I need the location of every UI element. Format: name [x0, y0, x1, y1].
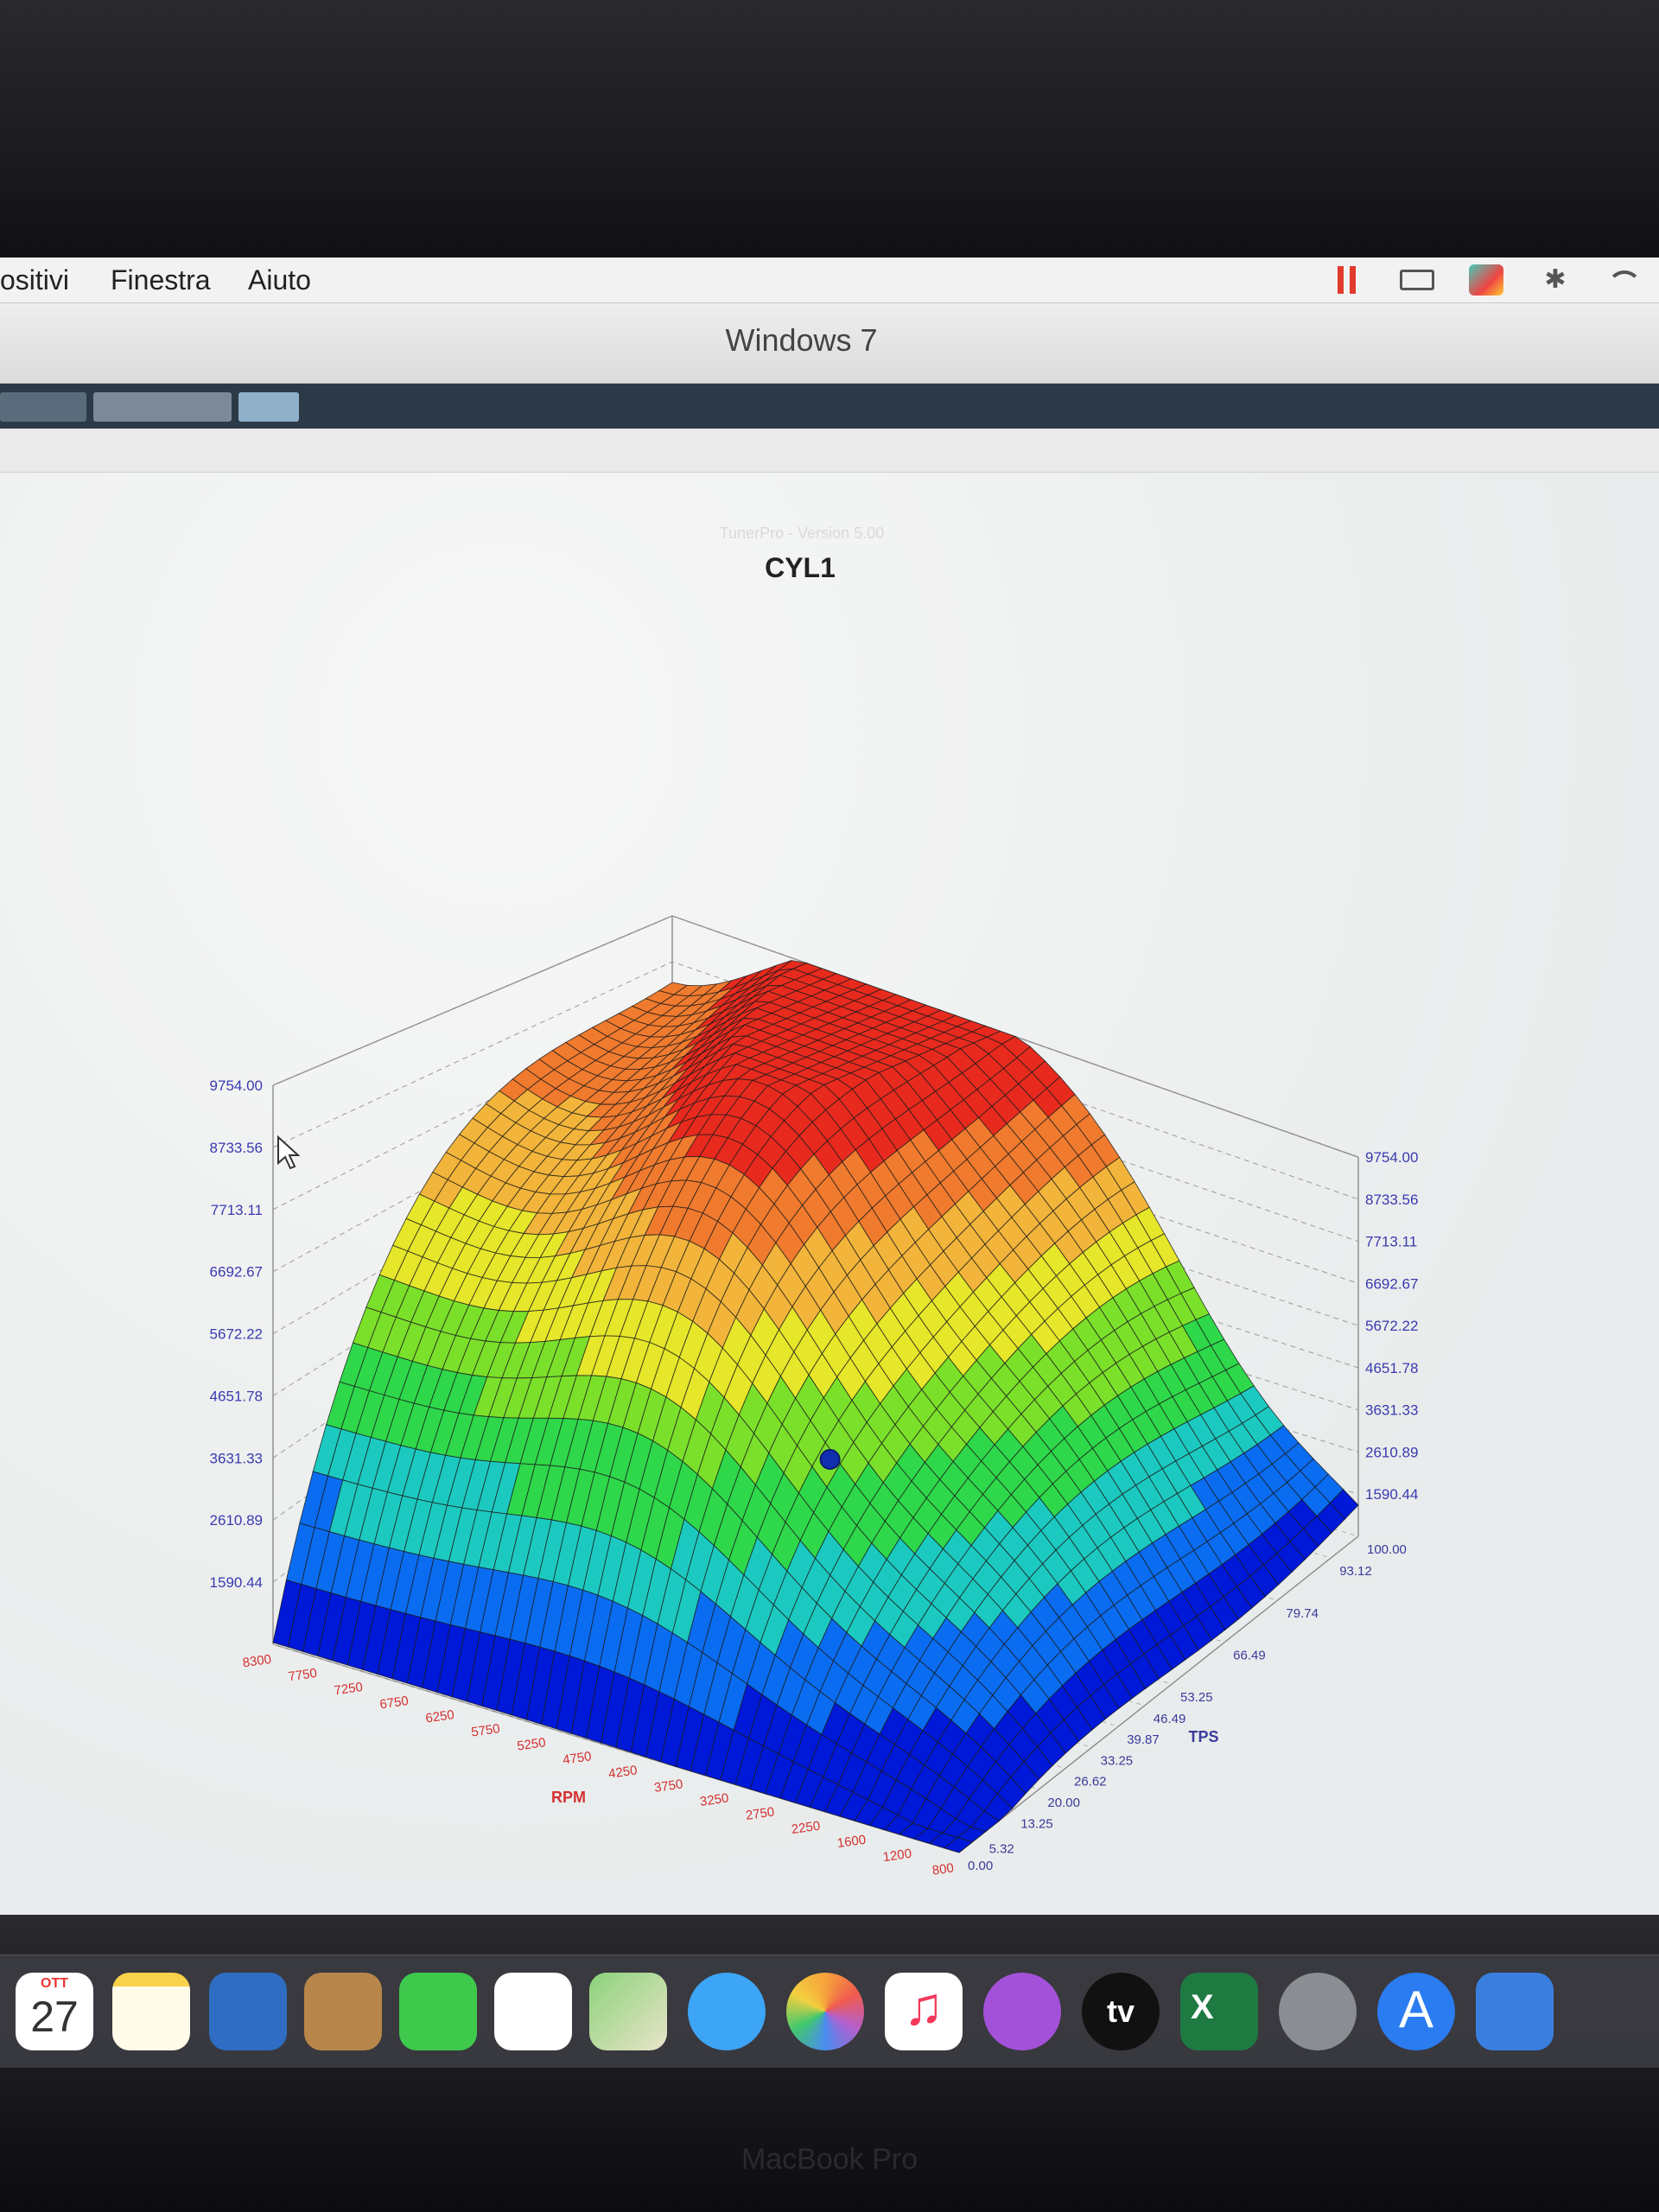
y-tick-label: 46.49 — [1154, 1712, 1186, 1726]
music-icon[interactable]: ♫ — [885, 1973, 963, 2050]
z-tick-label-left: 3631.33 — [210, 1450, 263, 1466]
taskbar-button[interactable] — [238, 392, 299, 422]
x-tick-label: 5250 — [516, 1735, 546, 1753]
bluetooth-icon[interactable]: ✱ — [1538, 264, 1573, 296]
x-tick-label: 800 — [931, 1860, 955, 1878]
apple-tv-icon[interactable]: tv — [1082, 1973, 1160, 2050]
wifi-icon[interactable] — [1607, 270, 1642, 289]
y-tick-label: 66.49 — [1233, 1649, 1266, 1663]
y-tick-label: 20.00 — [1047, 1796, 1080, 1810]
z-tick-label-left: 4651.78 — [210, 1388, 263, 1404]
z-tick-label-right: 2610.89 — [1365, 1444, 1418, 1460]
x-tick-label: 8300 — [242, 1652, 272, 1670]
z-tick-label-left: 9754.00 — [210, 1077, 263, 1094]
selected-cell-marker[interactable] — [819, 1449, 841, 1471]
y-tick-label: 100.00 — [1367, 1542, 1407, 1557]
taskbar-button[interactable] — [0, 392, 86, 422]
photos-icon[interactable] — [786, 1973, 864, 2050]
taskbar-button[interactable] — [93, 392, 232, 422]
z-tick-label-left: 7713.11 — [211, 1202, 263, 1218]
y-tick-label: 0.00 — [968, 1859, 993, 1873]
y-tick-label: 5.32 — [989, 1842, 1014, 1857]
x-tick-label: 4250 — [607, 1763, 638, 1781]
x-tick-label: 3750 — [653, 1777, 683, 1795]
z-tick-label-left: 6692.67 — [210, 1264, 263, 1281]
x-tick-label: 7250 — [334, 1680, 364, 1698]
macbook-brand-label: MacBook Pro — [741, 2143, 918, 2176]
y-tick-label: 26.62 — [1074, 1775, 1107, 1789]
z-tick-label-left: 8733.56 — [210, 1140, 263, 1156]
z-tick-label-right: 9754.00 — [1365, 1149, 1418, 1166]
podcasts-icon[interactable] — [983, 1973, 1061, 2050]
screen-bezel — [0, 0, 1659, 259]
menu-item-dispositivi[interactable]: ositivi — [0, 264, 69, 296]
facetime-icon[interactable] — [399, 1973, 477, 2050]
messages-icon[interactable] — [688, 1973, 766, 2050]
x-tick-label: 6750 — [378, 1694, 409, 1712]
z-tick-label-right: 8733.56 — [1365, 1192, 1418, 1208]
z-tick-label-right: 3631.33 — [1365, 1402, 1418, 1419]
x-axis-label: RPM — [551, 1789, 586, 1806]
y-axis-label: TPS — [1188, 1728, 1218, 1745]
parallels-pause-icon[interactable] — [1331, 264, 1365, 296]
x-tick-label: 7750 — [288, 1666, 318, 1684]
windows-taskbar — [0, 384, 1659, 429]
system-preferences-icon[interactable] — [1279, 1973, 1357, 2050]
contacts-icon[interactable] — [304, 1973, 382, 2050]
y-tick-label: 53.25 — [1180, 1690, 1213, 1705]
x-tick-label: 1200 — [882, 1847, 912, 1865]
notes-icon[interactable] — [112, 1973, 190, 2050]
x-tick-label: 2250 — [791, 1819, 821, 1837]
z-tick-label-right: 1590.44 — [1365, 1486, 1418, 1503]
y-tick-label: 33.25 — [1101, 1753, 1134, 1768]
x-tick-label: 3250 — [699, 1790, 729, 1808]
z-tick-label-right: 6692.67 — [1365, 1275, 1418, 1292]
y-tick-label: 93.12 — [1339, 1564, 1372, 1579]
airplay-icon[interactable] — [1400, 270, 1434, 290]
mac-dock: OTT 27 ♫ tv X A — [0, 1955, 1659, 2068]
x-tick-label: 5750 — [470, 1721, 500, 1739]
x-tick-label: 1600 — [836, 1833, 867, 1851]
mouse-cursor-icon — [277, 1135, 301, 1170]
notebook-icon[interactable] — [209, 1973, 287, 2050]
excel-icon[interactable]: X — [1180, 1973, 1258, 2050]
z-tick-label-left: 1590.44 — [210, 1574, 263, 1591]
menu-item-aiuto[interactable]: Aiuto — [248, 264, 311, 296]
calendar-icon[interactable]: OTT 27 — [16, 1973, 93, 2050]
mac-menubar: ositivi Finestra Aiuto ✱ — [0, 257, 1659, 303]
x-tick-label: 2750 — [745, 1805, 775, 1823]
reminders-icon[interactable] — [494, 1973, 572, 2050]
status-icons: ✱ — [1331, 263, 1642, 297]
x-tick-label: 6250 — [424, 1707, 454, 1726]
y-tick-label: 39.87 — [1127, 1732, 1160, 1747]
z-tick-label-right: 5672.22 — [1365, 1318, 1418, 1334]
tunerpro-chart-window: TunerPro - Version 5.00 CYL1 1590.44 1590… — [0, 429, 1659, 1915]
y-tick-label: 79.74 — [1286, 1606, 1319, 1621]
z-tick-label-right: 7713.11 — [1365, 1234, 1417, 1250]
menu-item-finestra[interactable]: Finestra — [111, 264, 211, 296]
maps-icon[interactable] — [589, 1973, 667, 2050]
parallels-desktop-icon[interactable] — [1476, 1973, 1554, 2050]
tunerpro-watermark: TunerPro - Version 5.00 — [720, 524, 884, 542]
window-title: Windows 7 — [725, 322, 878, 358]
x-tick-label: 4750 — [562, 1749, 592, 1767]
z-tick-label-left: 2610.89 — [210, 1512, 263, 1529]
window-titlebar: Windows 7 — [0, 303, 1659, 384]
app-status-icon[interactable] — [1469, 264, 1503, 296]
z-tick-label-right: 4651.78 — [1365, 1360, 1418, 1376]
chart-title: CYL1 — [765, 552, 836, 583]
y-tick-label: 13.25 — [1020, 1817, 1053, 1832]
z-tick-label-left: 5672.22 — [210, 1326, 263, 1343]
app-store-icon[interactable]: A — [1377, 1973, 1455, 2050]
cyl1-surface-chart[interactable]: TunerPro - Version 5.00 CYL1 1590.44 1590… — [0, 429, 1659, 1915]
